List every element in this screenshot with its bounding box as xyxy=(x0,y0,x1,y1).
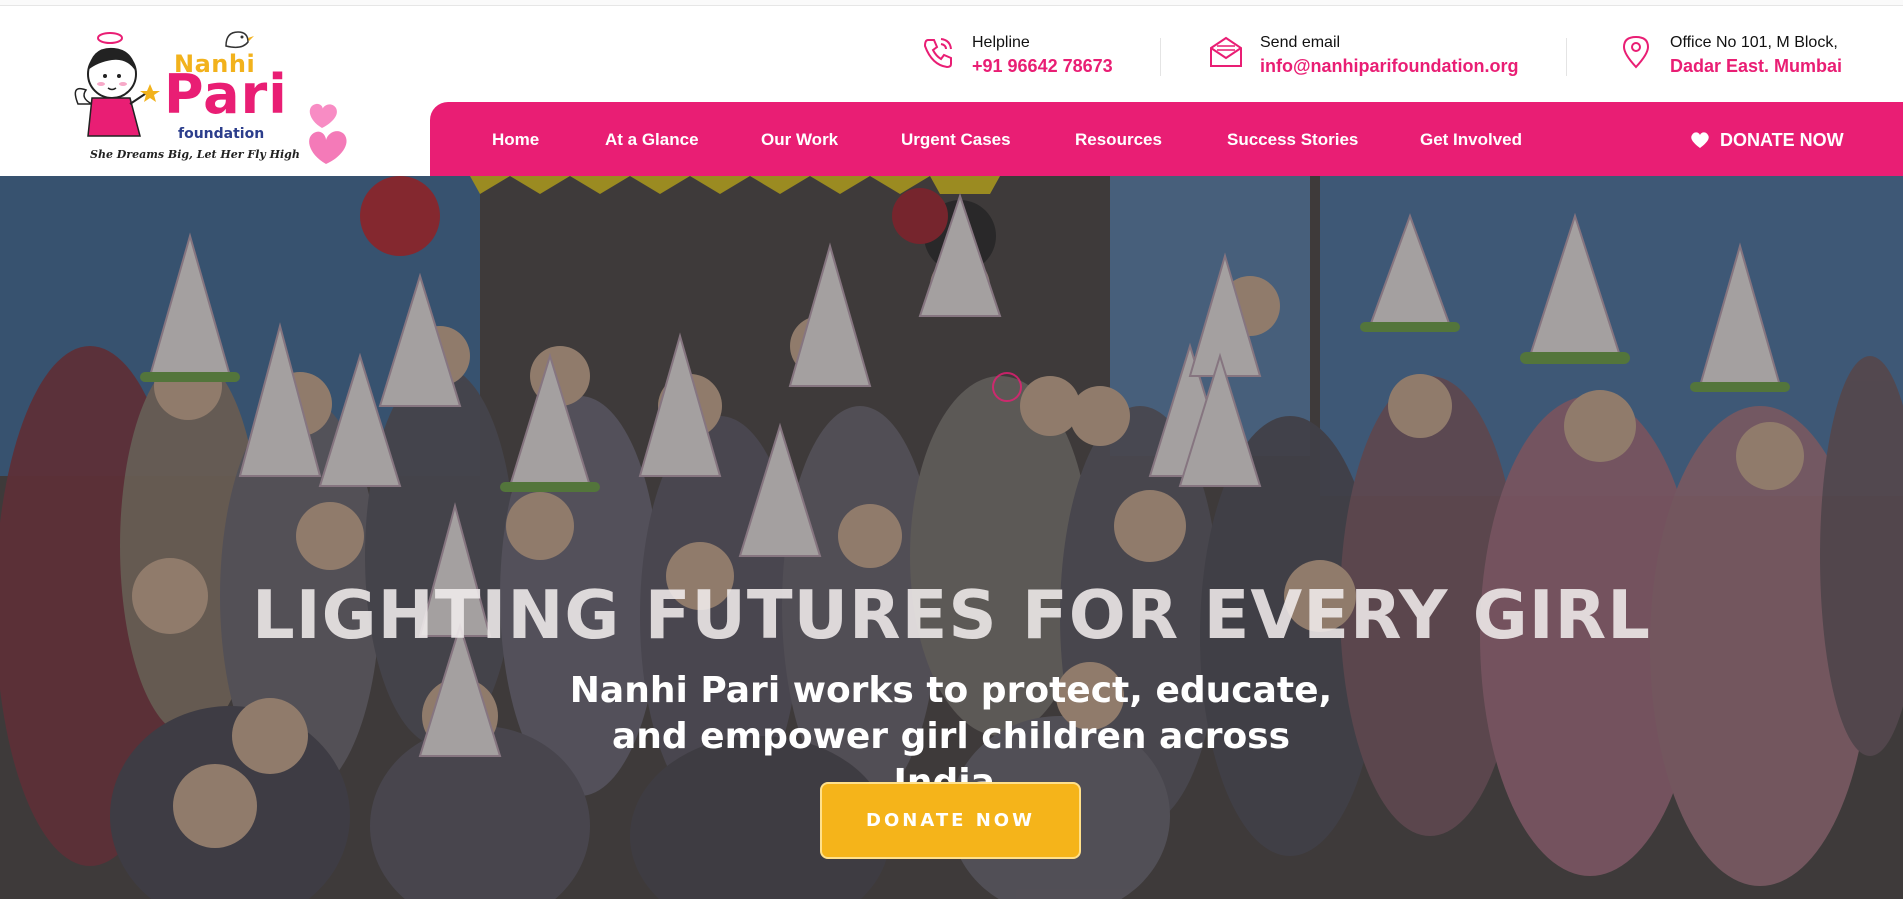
office-address-line1: Office No 101, M Block, xyxy=(1670,34,1838,51)
site-header: Nanhi Pari foundation She Dreams Big, Le… xyxy=(0,6,1903,182)
nav-donate-button[interactable]: DONATE NOW xyxy=(1690,130,1844,151)
nav-donate-label: DONATE NOW xyxy=(1720,130,1844,150)
office-contact[interactable]: Office No 101, M Block, Dadar East. Mumb… xyxy=(1618,26,1898,78)
nav-get-involved[interactable]: Get Involved xyxy=(1420,130,1522,150)
cursor-indicator xyxy=(992,372,1022,402)
hearts-decoration-icon xyxy=(309,103,347,164)
hero-banner: LIGHTING FUTURES FOR EVERY GIRL Nanhi Pa… xyxy=(0,176,1903,899)
hero-donate-button[interactable]: DONATE NOW xyxy=(820,782,1081,859)
phone-icon xyxy=(923,38,952,69)
nav-home[interactable]: Home xyxy=(492,130,539,150)
email-contact[interactable]: Send email info@nanhiparifoundation.org xyxy=(1208,26,1538,78)
helpline-number[interactable]: +91 96642 78673 xyxy=(972,56,1113,77)
logo-tagline: She Dreams Big, Let Her Fly High xyxy=(90,148,300,161)
email-icon xyxy=(1210,36,1242,67)
nav-urgent-cases[interactable]: Urgent Cases xyxy=(901,130,1011,150)
site-logo[interactable]: Nanhi Pari foundation She Dreams Big, Le… xyxy=(70,24,300,164)
logo-foundation-text: foundation xyxy=(178,126,265,142)
header-divider xyxy=(1566,38,1567,76)
heart-icon xyxy=(1691,132,1709,148)
helpline-label: Helpline xyxy=(972,34,1030,51)
location-icon xyxy=(1622,35,1650,69)
nav-our-work[interactable]: Our Work xyxy=(761,130,838,150)
hero-title: LIGHTING FUTURES FOR EVERY GIRL xyxy=(252,576,1651,654)
header-divider xyxy=(1160,38,1161,76)
email-label: Send email xyxy=(1260,34,1341,51)
main-navigation: Home At a Glance Our Work Urgent Cases R… xyxy=(430,102,1903,182)
nav-success-stories[interactable]: Success Stories xyxy=(1227,130,1358,150)
logo-pari-text: Pari xyxy=(164,63,288,126)
email-address[interactable]: info@nanhiparifoundation.org xyxy=(1260,56,1519,77)
nav-resources[interactable]: Resources xyxy=(1075,130,1162,150)
helpline-contact[interactable]: Helpline +91 96642 78673 xyxy=(920,26,1160,78)
office-address-line2: Dadar East. Mumbai xyxy=(1670,56,1843,76)
nav-at-a-glance[interactable]: At a Glance xyxy=(605,130,699,150)
